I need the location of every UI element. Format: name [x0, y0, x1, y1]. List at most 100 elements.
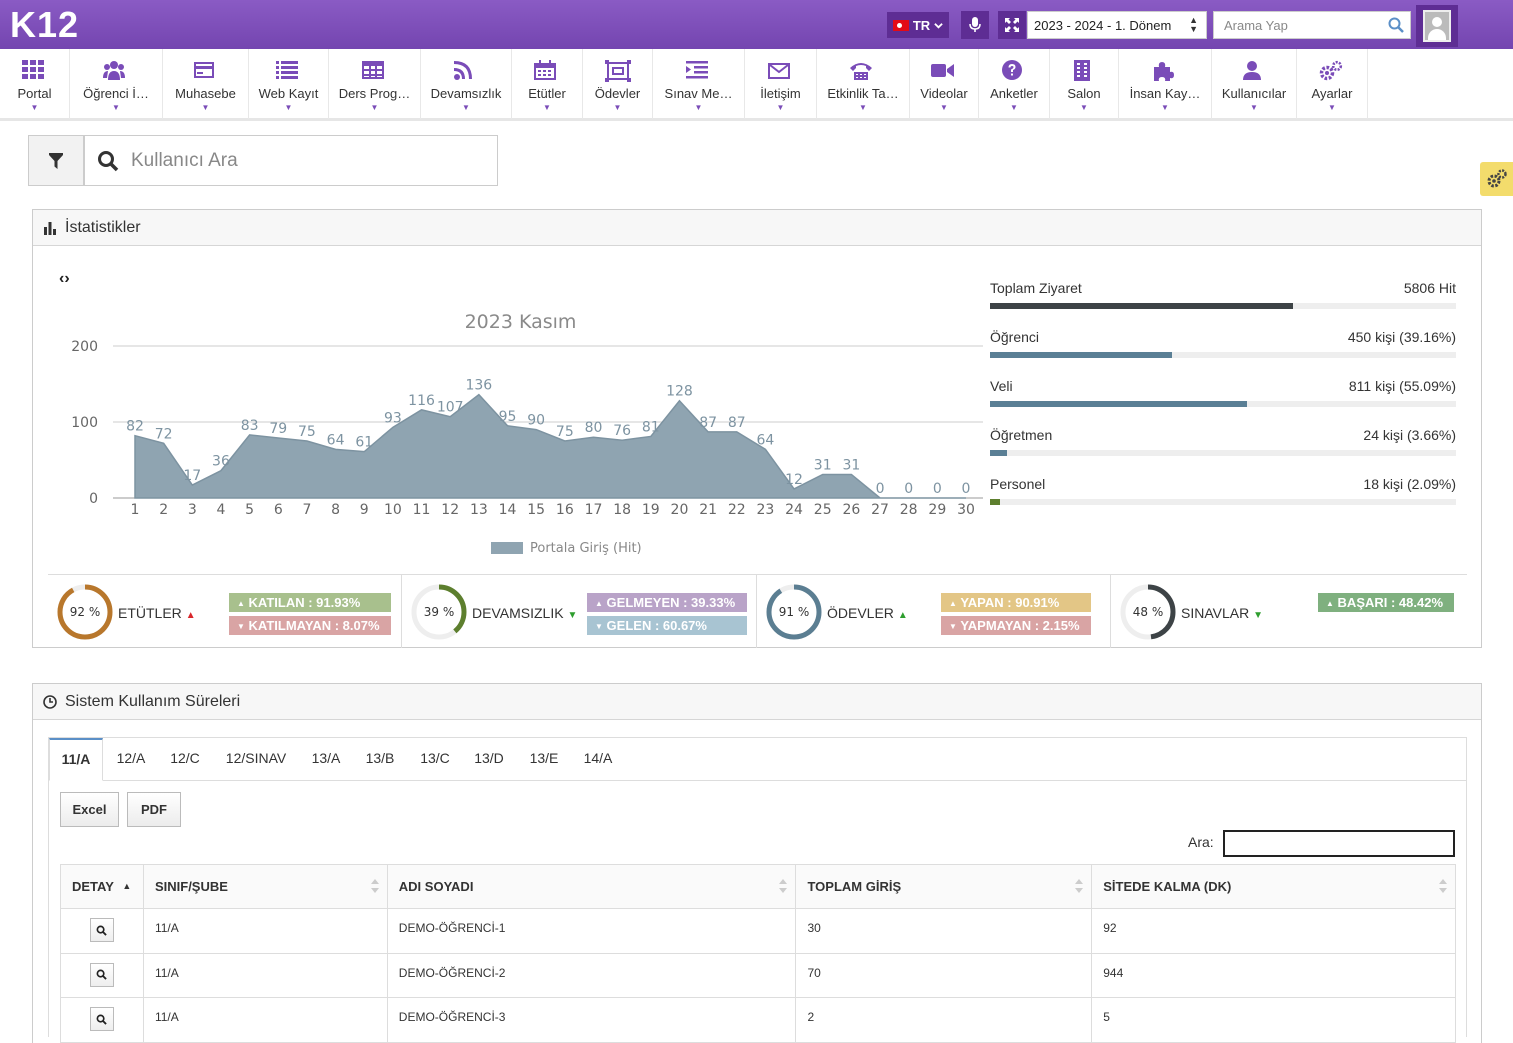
rss-icon	[453, 58, 479, 84]
chevron-down-icon: ▼	[284, 103, 293, 112]
menu-item-14[interactable]: Salon ▼	[1050, 49, 1119, 119]
chevron-down-icon: ▼	[1328, 103, 1336, 112]
logo[interactable]: K12	[10, 4, 79, 46]
tab-13-c[interactable]: 13/C	[411, 738, 459, 781]
detail-button[interactable]	[89, 1007, 114, 1031]
kpi-ödevler[interactable]: 91 % ÖDEVLER ▲ ▲ YAPAN : 90.91% ▼ YAPMAYAN …	[757, 575, 1111, 648]
x-tick-label: 11	[413, 502, 431, 518]
chevron-down-icon: ▼	[859, 103, 867, 112]
envelope-icon	[767, 58, 794, 84]
tab-11-a[interactable]: 11/A	[49, 738, 103, 781]
menu-item-16[interactable]: Kullanıcılar ▼	[1212, 49, 1297, 119]
kpi-name-text: ETÜTLER	[118, 605, 182, 621]
menu-item-11[interactable]: Etkinlik Ta… ▼	[817, 49, 910, 119]
kpi-pill-text: BAŞARI : 48.42%	[1337, 595, 1444, 610]
menu-item-2[interactable]: Öğrenci İ… ▼	[70, 49, 163, 119]
sort-both-icon	[1439, 879, 1447, 893]
x-tick-label: 6	[274, 502, 283, 518]
visit-stat-bar-fill	[990, 303, 1293, 309]
tab-12-c[interactable]: 12/C	[161, 738, 209, 781]
detail-button[interactable]	[89, 962, 114, 987]
excel-export-button[interactable]: Excel	[60, 792, 119, 827]
term-select[interactable]: 2023 - 2024 - 1. Dönem ▲ ▼	[1027, 11, 1207, 39]
x-tick-label: 16	[556, 502, 574, 518]
chevron-down-icon	[934, 22, 943, 29]
tab-13-e[interactable]: 13/E	[520, 738, 568, 781]
chevron-down-icon: ▼	[543, 103, 551, 112]
chart-title: 2023 Kasım	[465, 311, 577, 333]
usage-panel: Sistem Kullanım Süreleri 11/A 12/A 12/C 12/…	[32, 683, 1482, 1043]
data-label: 75	[298, 424, 316, 440]
menu-item-8[interactable]: Ödevler ▼	[583, 49, 653, 119]
search-icon	[97, 969, 108, 980]
menu-item-7[interactable]: Etütler ▼	[512, 49, 583, 119]
visits-chart: 2023 Kasım010020082172217336483579675764…	[71, 311, 983, 556]
menu-item-13[interactable]: Anketler ▼	[979, 49, 1050, 119]
menu-item-17[interactable]: Ayarlar ▼	[1297, 49, 1368, 119]
settings-side-button[interactable]	[1480, 162, 1513, 196]
kpi-sinavlar[interactable]: 48 % SINAVLAR ▼ ▲ BAŞARI : 48.42%	[1111, 575, 1467, 648]
tab-13-d[interactable]: 13/D	[465, 738, 513, 781]
chevron-down-icon: ▼	[30, 103, 39, 112]
avatar-placeholder-icon	[1423, 10, 1451, 42]
visit-stat-bar	[990, 499, 1456, 505]
search-icon[interactable]	[1388, 17, 1404, 33]
column-header[interactable]: DETAY ▲	[60, 864, 144, 909]
user-avatar[interactable]	[1416, 5, 1458, 47]
table-search-input[interactable]	[1223, 830, 1455, 857]
menu-item-5[interactable]: Ders Prog… ▼	[329, 49, 421, 119]
menu-item-3[interactable]: Muhasebe ▼	[163, 49, 249, 119]
users-icon	[103, 58, 129, 84]
data-label: 81	[642, 419, 660, 435]
filter-button[interactable]	[28, 135, 84, 186]
menu-item-4[interactable]: Web Kayıt ▼	[249, 49, 329, 119]
data-label: 79	[269, 421, 287, 437]
menu-item-12[interactable]: Videolar ▼	[910, 49, 979, 119]
kpi-name-text: ÖDEVLER	[827, 605, 894, 621]
x-tick-label: 8	[331, 502, 340, 518]
tab-13-b[interactable]: 13/B	[356, 738, 404, 781]
fullscreen-button[interactable]	[998, 11, 1026, 39]
caret-down-icon: ▼	[949, 622, 957, 631]
global-search-input[interactable]: Arama Yap	[1213, 11, 1411, 39]
menu-item-9[interactable]: Sınav Me… ▼	[653, 49, 745, 119]
language-selector[interactable]: TR	[887, 12, 949, 38]
menu-item-10[interactable]: İletişim ▼	[745, 49, 817, 119]
data-label: 61	[355, 435, 373, 451]
bar-chart-icon	[44, 221, 56, 235]
detail-button[interactable]	[89, 918, 114, 942]
table-cell: 11/A	[142, 997, 388, 1043]
microphone-button[interactable]	[961, 11, 989, 39]
visit-stat-bar-fill	[990, 499, 1000, 505]
column-header[interactable]: SİTEDE KALMA (DK)	[1091, 864, 1456, 909]
menu-item-label: İnsan Kay…	[1129, 86, 1201, 101]
visit-stat-bar	[990, 303, 1456, 309]
visit-stat-label: Öğretmen	[990, 427, 1053, 443]
user-search-input[interactable]: Kullanıcı Ara	[84, 135, 498, 186]
tab-12-sinav[interactable]: 12/SINAV	[216, 738, 296, 781]
kpi-etütler[interactable]: 92 % ETÜTLER ▲ ▲ KATILAN : 91.93% ▼ KATILMA…	[48, 575, 402, 648]
visit-stat-label: Personel	[990, 476, 1046, 492]
x-tick-label: 14	[499, 502, 517, 518]
user-search-placeholder: Kullanıcı Ara	[131, 149, 238, 171]
column-header[interactable]: SINIF/ŞUBE	[142, 864, 388, 909]
microphone-icon	[969, 17, 981, 32]
visit-stat-row: Personel 18 kişi (2.09%)	[990, 474, 1456, 523]
visit-stat-bar	[990, 401, 1456, 407]
column-header[interactable]: TOPLAM GİRİŞ	[795, 864, 1093, 909]
pdf-export-button[interactable]: PDF	[127, 792, 181, 827]
menu-item-15[interactable]: İnsan Kay… ▼	[1119, 49, 1212, 119]
kpi-devamsizlik[interactable]: 39 % DEVAMSIZLIK ▼ ▲ GELMEYEN : 39.33% ▼ GE…	[402, 575, 757, 648]
kpi-name: DEVAMSIZLIK ▼	[472, 605, 577, 621]
menu-item-1[interactable]: Portal ▼	[0, 49, 70, 119]
data-label: 136	[465, 378, 492, 394]
tab-13-a[interactable]: 13/A	[302, 738, 350, 781]
column-header[interactable]: ADI SOYADI	[386, 864, 797, 909]
tab-12-a[interactable]: 12/A	[107, 738, 155, 781]
menu-item-6[interactable]: Devamsızlık ▼	[421, 49, 512, 119]
visit-stat-row: Öğrenci 450 kişi (39.16%)	[990, 327, 1456, 376]
tab-14-a[interactable]: 14/A	[574, 738, 622, 781]
data-label: 31	[842, 457, 860, 473]
kpi-name: ETÜTLER ▲	[118, 605, 196, 621]
frame-icon	[604, 58, 631, 84]
